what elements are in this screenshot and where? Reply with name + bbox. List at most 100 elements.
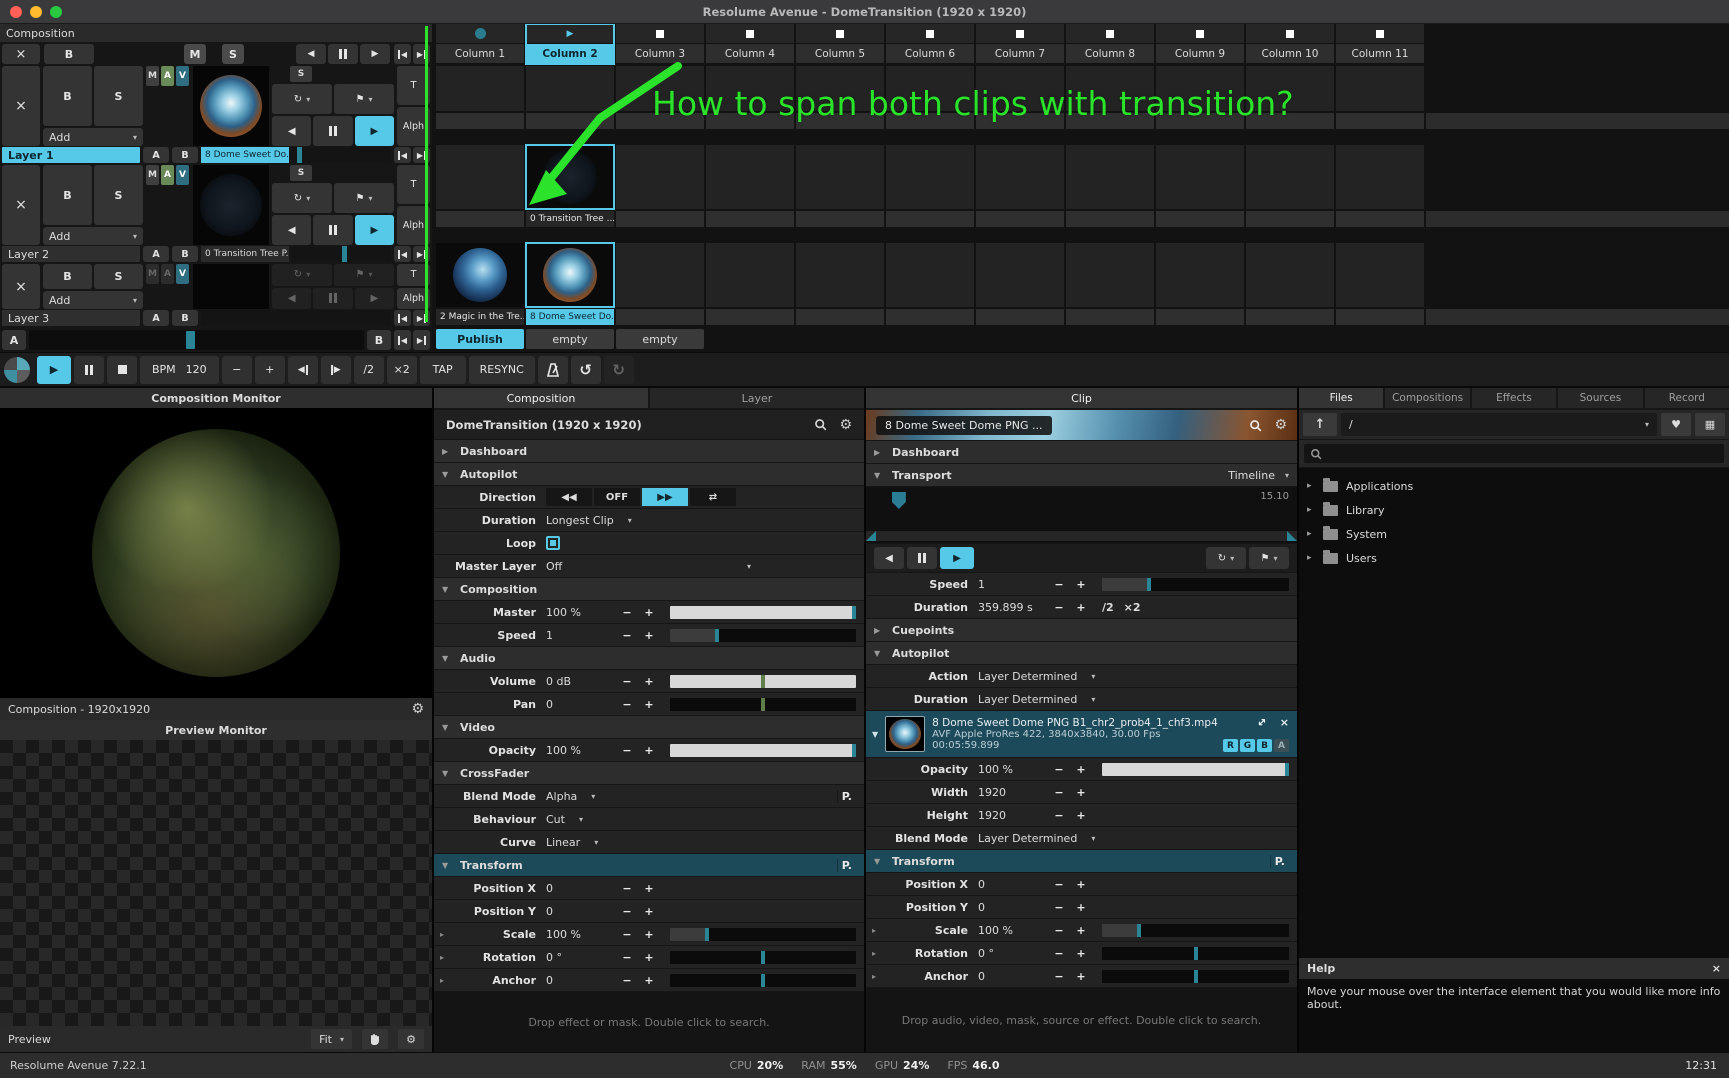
empty-clip-cell[interactable] <box>1156 66 1244 111</box>
crossfader-slider[interactable] <box>29 330 364 350</box>
skip-start-button[interactable]: ◀ <box>394 246 411 262</box>
empty-clip-cell[interactable] <box>436 145 524 209</box>
decrement-button[interactable]: − <box>616 675 638 688</box>
transition-time-button[interactable]: T <box>397 66 430 105</box>
publish-button[interactable]: Publish <box>436 329 524 349</box>
layer-solo-button[interactable]: S <box>94 165 143 225</box>
empty-clip-cell[interactable] <box>886 145 974 209</box>
empty-clip-cell[interactable] <box>1156 145 1244 209</box>
search-icon[interactable] <box>814 418 827 431</box>
gear-icon[interactable]: ⚙ <box>839 418 852 432</box>
param-value[interactable]: Linear▾ <box>546 836 616 849</box>
clip-reverse-button[interactable]: ◀ <box>874 547 904 569</box>
bpm-halve-button[interactable]: /2 <box>354 356 384 384</box>
layer-clear-button[interactable]: × <box>2 264 40 309</box>
param-value[interactable]: 0 <box>546 974 616 987</box>
empty-clip-cell[interactable] <box>526 66 614 111</box>
column-header-5[interactable]: Column 5 <box>796 24 884 64</box>
skip-end-button[interactable]: ▶ <box>413 147 430 163</box>
favorites-heart-icon[interactable]: ♥ <box>1661 413 1691 436</box>
increment-button[interactable]: + <box>638 905 660 918</box>
clip-name-label[interactable]: 8 Dome Sweet Do... <box>526 309 614 325</box>
param-value[interactable]: 1920 <box>978 786 1048 799</box>
param-value[interactable]: 1 <box>978 578 1048 591</box>
loop-mode-dropdown[interactable]: ↻▾ <box>272 264 332 286</box>
increment-button[interactable]: + <box>638 698 660 711</box>
empty-deck-button[interactable]: empty <box>526 329 614 349</box>
empty-clip-cell[interactable] <box>436 66 524 111</box>
layer-audio-toggle[interactable]: A <box>161 165 174 185</box>
transition-time-button[interactable]: T <box>397 264 430 286</box>
param-slider[interactable] <box>1102 924 1289 937</box>
clip-name-label[interactable]: 0 Transition Tree ... <box>526 211 614 227</box>
param-slider[interactable] <box>670 951 856 964</box>
layer-reverse-button[interactable]: ◀ <box>272 215 311 245</box>
empty-clip-cell[interactable] <box>796 66 884 111</box>
increment-button[interactable]: + <box>1070 947 1092 960</box>
decrement-button[interactable]: − <box>616 905 638 918</box>
column-header-9[interactable]: Column 9 <box>1156 24 1244 64</box>
monitor-settings-gear-icon[interactable]: ⚙ <box>411 702 424 716</box>
section-transform[interactable]: ▼TransformP. <box>866 850 1297 872</box>
channel-a-toggle[interactable]: A <box>1274 739 1289 752</box>
layer-a-button[interactable]: A <box>143 147 169 163</box>
decrement-button[interactable]: − <box>1048 601 1070 614</box>
composition-bypass-button[interactable]: B <box>44 44 94 64</box>
tab-compositions[interactable]: Compositions <box>1385 388 1469 408</box>
decrement-button[interactable]: − <box>1048 786 1070 799</box>
clip-progress-track[interactable] <box>292 147 391 163</box>
section-audio[interactable]: ▼Audio <box>434 647 864 669</box>
layer-blend-dropdown[interactable]: Add▾ <box>43 128 143 146</box>
increment-button[interactable]: + <box>638 744 660 757</box>
channel-r-toggle[interactable]: R <box>1223 739 1238 752</box>
column-header-3[interactable]: Column 3 <box>616 24 704 64</box>
param-value[interactable]: 100 % <box>978 763 1048 776</box>
param-value[interactable]: 0 <box>978 878 1048 891</box>
expand-row-icon[interactable]: ▸ <box>866 949 882 958</box>
composition-pause-button[interactable] <box>328 44 358 64</box>
param-value[interactable]: 0 <box>546 882 616 895</box>
layer-b-button[interactable]: B <box>172 147 198 163</box>
layer-name[interactable]: Layer 2 <box>2 246 140 262</box>
transport-mode-dropdown[interactable]: Timeline ▾ <box>1228 469 1289 482</box>
empty-clip-cell[interactable] <box>796 145 884 209</box>
section-cuepoints[interactable]: ▶Cuepoints <box>866 619 1297 641</box>
clip-cell[interactable] <box>526 145 614 209</box>
param-value[interactable]: 0 <box>978 970 1048 983</box>
transition-blend-button[interactable]: Alph <box>397 288 430 310</box>
layer-master-toggle[interactable]: M <box>146 264 159 284</box>
tree-item-system[interactable]: ▸System <box>1299 522 1729 546</box>
bpm-increase-button[interactable]: + <box>255 356 285 384</box>
layer-master-toggle[interactable]: M <box>146 165 159 185</box>
empty-clip-cell[interactable] <box>886 243 974 307</box>
crossfader-a-button[interactable]: A <box>2 330 26 350</box>
clip-play-button[interactable]: ▶ <box>940 547 974 569</box>
layer-solo-button[interactable]: S <box>94 264 143 289</box>
tab-layer[interactable]: Layer <box>650 388 864 408</box>
param-slider[interactable] <box>670 675 856 688</box>
decrement-button[interactable]: − <box>1048 578 1070 591</box>
composition-play-button[interactable]: ▶ <box>360 44 390 64</box>
channel-g-toggle[interactable]: G <box>1240 739 1255 752</box>
empty-clip-cell[interactable] <box>1066 243 1154 307</box>
tab-files[interactable]: Files <box>1299 388 1383 408</box>
tap-tempo-button[interactable]: TAP <box>420 356 466 384</box>
column-header-1[interactable]: Column 1 <box>436 24 524 64</box>
param-slider[interactable] <box>1102 947 1289 960</box>
timeline-scrollbar[interactable] <box>866 531 1297 541</box>
loop-mode-dropdown[interactable]: ↻▾ <box>272 183 332 213</box>
section-composition[interactable]: ▼Composition <box>434 578 864 600</box>
tab-composition[interactable]: Composition <box>434 388 648 408</box>
empty-clip-cell[interactable] <box>1336 66 1424 111</box>
clip-media-info[interactable]: ▼ 8 Dome Sweet Dome PNG B1_chr2_prob4_1_… <box>866 711 1297 757</box>
increment-button[interactable]: + <box>1070 786 1092 799</box>
param-value[interactable]: 100 % <box>546 606 616 619</box>
search-icon[interactable] <box>1249 419 1262 432</box>
search-input[interactable] <box>1304 444 1724 463</box>
expand-row-icon[interactable]: ▸ <box>434 976 450 985</box>
empty-clip-cell[interactable] <box>706 145 794 209</box>
section-video[interactable]: ▼Video <box>434 716 864 738</box>
bpm-decrease-button[interactable]: − <box>222 356 252 384</box>
decrement-button[interactable]: − <box>616 744 638 757</box>
composition-master-button[interactable]: M <box>184 44 206 64</box>
